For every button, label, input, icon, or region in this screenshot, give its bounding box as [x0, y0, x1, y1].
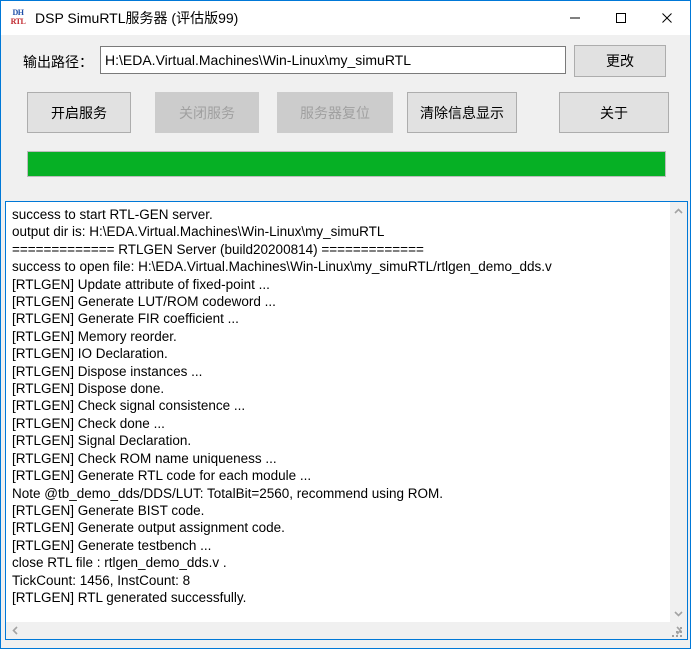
window-title: DSP SimuRTL服务器 (评估版99) [35, 10, 239, 26]
log-vertical-scrollbar[interactable] [670, 202, 687, 622]
scroll-down-icon[interactable] [670, 605, 687, 622]
output-path-row: 输出路径： 更改 [1, 45, 691, 79]
horizontal-scroll-thumb[interactable] [23, 622, 670, 639]
scroll-left-icon[interactable] [6, 622, 23, 639]
app-logo-icon: DH RTL [9, 9, 27, 27]
title-bar[interactable]: DH RTL DSP SimuRTL服务器 (评估版99) [1, 1, 690, 35]
vertical-scroll-thumb[interactable] [670, 219, 687, 605]
log-horizontal-scrollbar[interactable] [6, 622, 687, 639]
log-output-body: success to start RTL-GEN server. output … [6, 202, 687, 622]
client-area: 输出路径： 更改 开启服务 关闭服务 服务器复位 清除信息显示 关于 succe… [1, 35, 690, 648]
clear-log-button[interactable]: 清除信息显示 [407, 92, 517, 133]
app-window: DH RTL DSP SimuRTL服务器 (评估版99) 输出路径： H:\E… [0, 0, 691, 649]
action-button-row: 开启服务 关闭服务 服务器复位 清除信息显示 关于 [1, 92, 691, 136]
minimize-button[interactable] [552, 1, 598, 35]
progress-bar [27, 151, 666, 177]
close-icon [662, 13, 672, 23]
log-output-panel[interactable]: success to start RTL-GEN server. output … [5, 201, 688, 640]
scroll-right-icon[interactable] [670, 622, 687, 639]
reset-server-button: 服务器复位 [277, 92, 393, 133]
start-service-button[interactable]: 开启服务 [27, 92, 131, 133]
stop-service-button: 关闭服务 [155, 92, 259, 133]
minimize-icon [570, 17, 580, 19]
maximize-icon [616, 13, 626, 23]
caption-button-group [552, 1, 690, 35]
maximize-button[interactable] [598, 1, 644, 35]
app-logo-bottom-text: RTL [10, 17, 26, 26]
output-path-input[interactable] [100, 46, 566, 74]
close-button[interactable] [644, 1, 690, 35]
about-button[interactable]: 关于 [559, 92, 669, 133]
change-path-button[interactable]: 更改 [574, 45, 666, 77]
output-path-label: 输出路径： [23, 54, 93, 70]
progress-bar-fill [28, 152, 665, 176]
scroll-up-icon[interactable] [670, 202, 687, 219]
log-output-text: success to start RTL-GEN server. output … [12, 207, 552, 605]
